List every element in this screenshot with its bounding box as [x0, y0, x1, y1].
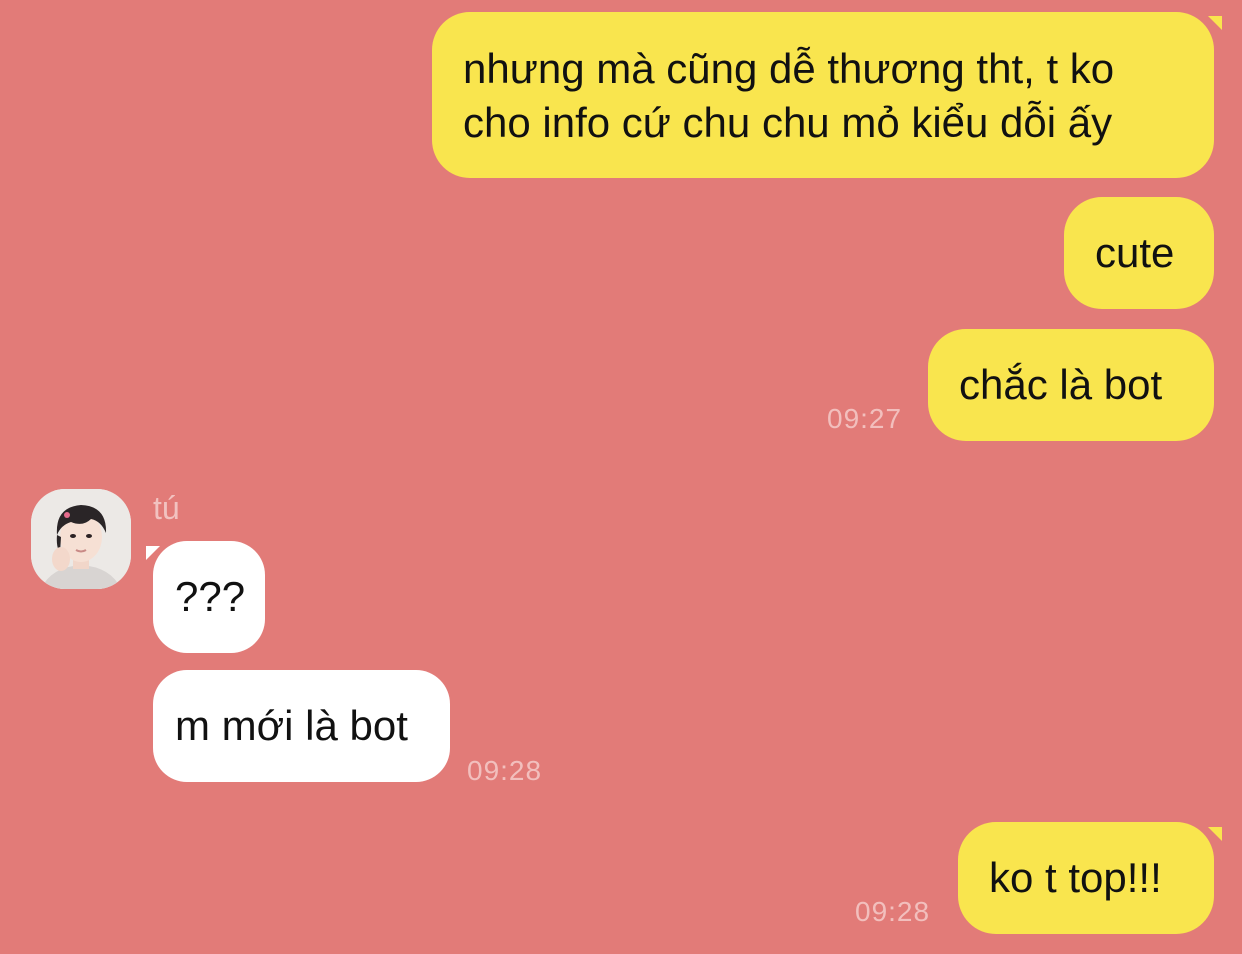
message-bubble-outgoing[interactable]: ko t top!!!: [958, 822, 1214, 934]
message-bubble-outgoing[interactable]: cute: [1064, 197, 1214, 309]
bubble-tail: [1208, 827, 1222, 841]
message-timestamp: 09:28: [467, 755, 543, 786]
message-bubble-incoming[interactable]: m mới là bot: [153, 670, 450, 782]
message-timestamp: 09:27: [827, 403, 903, 434]
message-bubble-outgoing[interactable]: nhưng mà cũng dễ thương tht, t ko cho in…: [432, 12, 1214, 178]
message-bubble-outgoing[interactable]: chắc là bot: [928, 329, 1214, 441]
chat-thread: nhưng mà cũng dễ thương tht, t ko cho in…: [0, 0, 1242, 954]
message-text-line: cho info cứ chu chu mỏ kiểu dỗi ấy: [463, 99, 1113, 146]
message-timestamp: 09:28: [855, 896, 931, 927]
message-text: ko t top!!!: [989, 854, 1162, 901]
sender-avatar[interactable]: [31, 489, 131, 589]
sender-name: tú: [153, 490, 180, 526]
message-text: cute: [1095, 229, 1175, 276]
bubble-tail: [1208, 16, 1222, 30]
message-text: ???: [175, 573, 246, 620]
message-text-line: nhưng mà cũng dễ thương tht, t ko: [463, 45, 1115, 92]
message-bubble-incoming[interactable]: ???: [153, 541, 265, 653]
message-text: m mới là bot: [175, 702, 408, 749]
message-text: chắc là bot: [959, 361, 1163, 408]
user-avatar-icon: [31, 489, 131, 589]
